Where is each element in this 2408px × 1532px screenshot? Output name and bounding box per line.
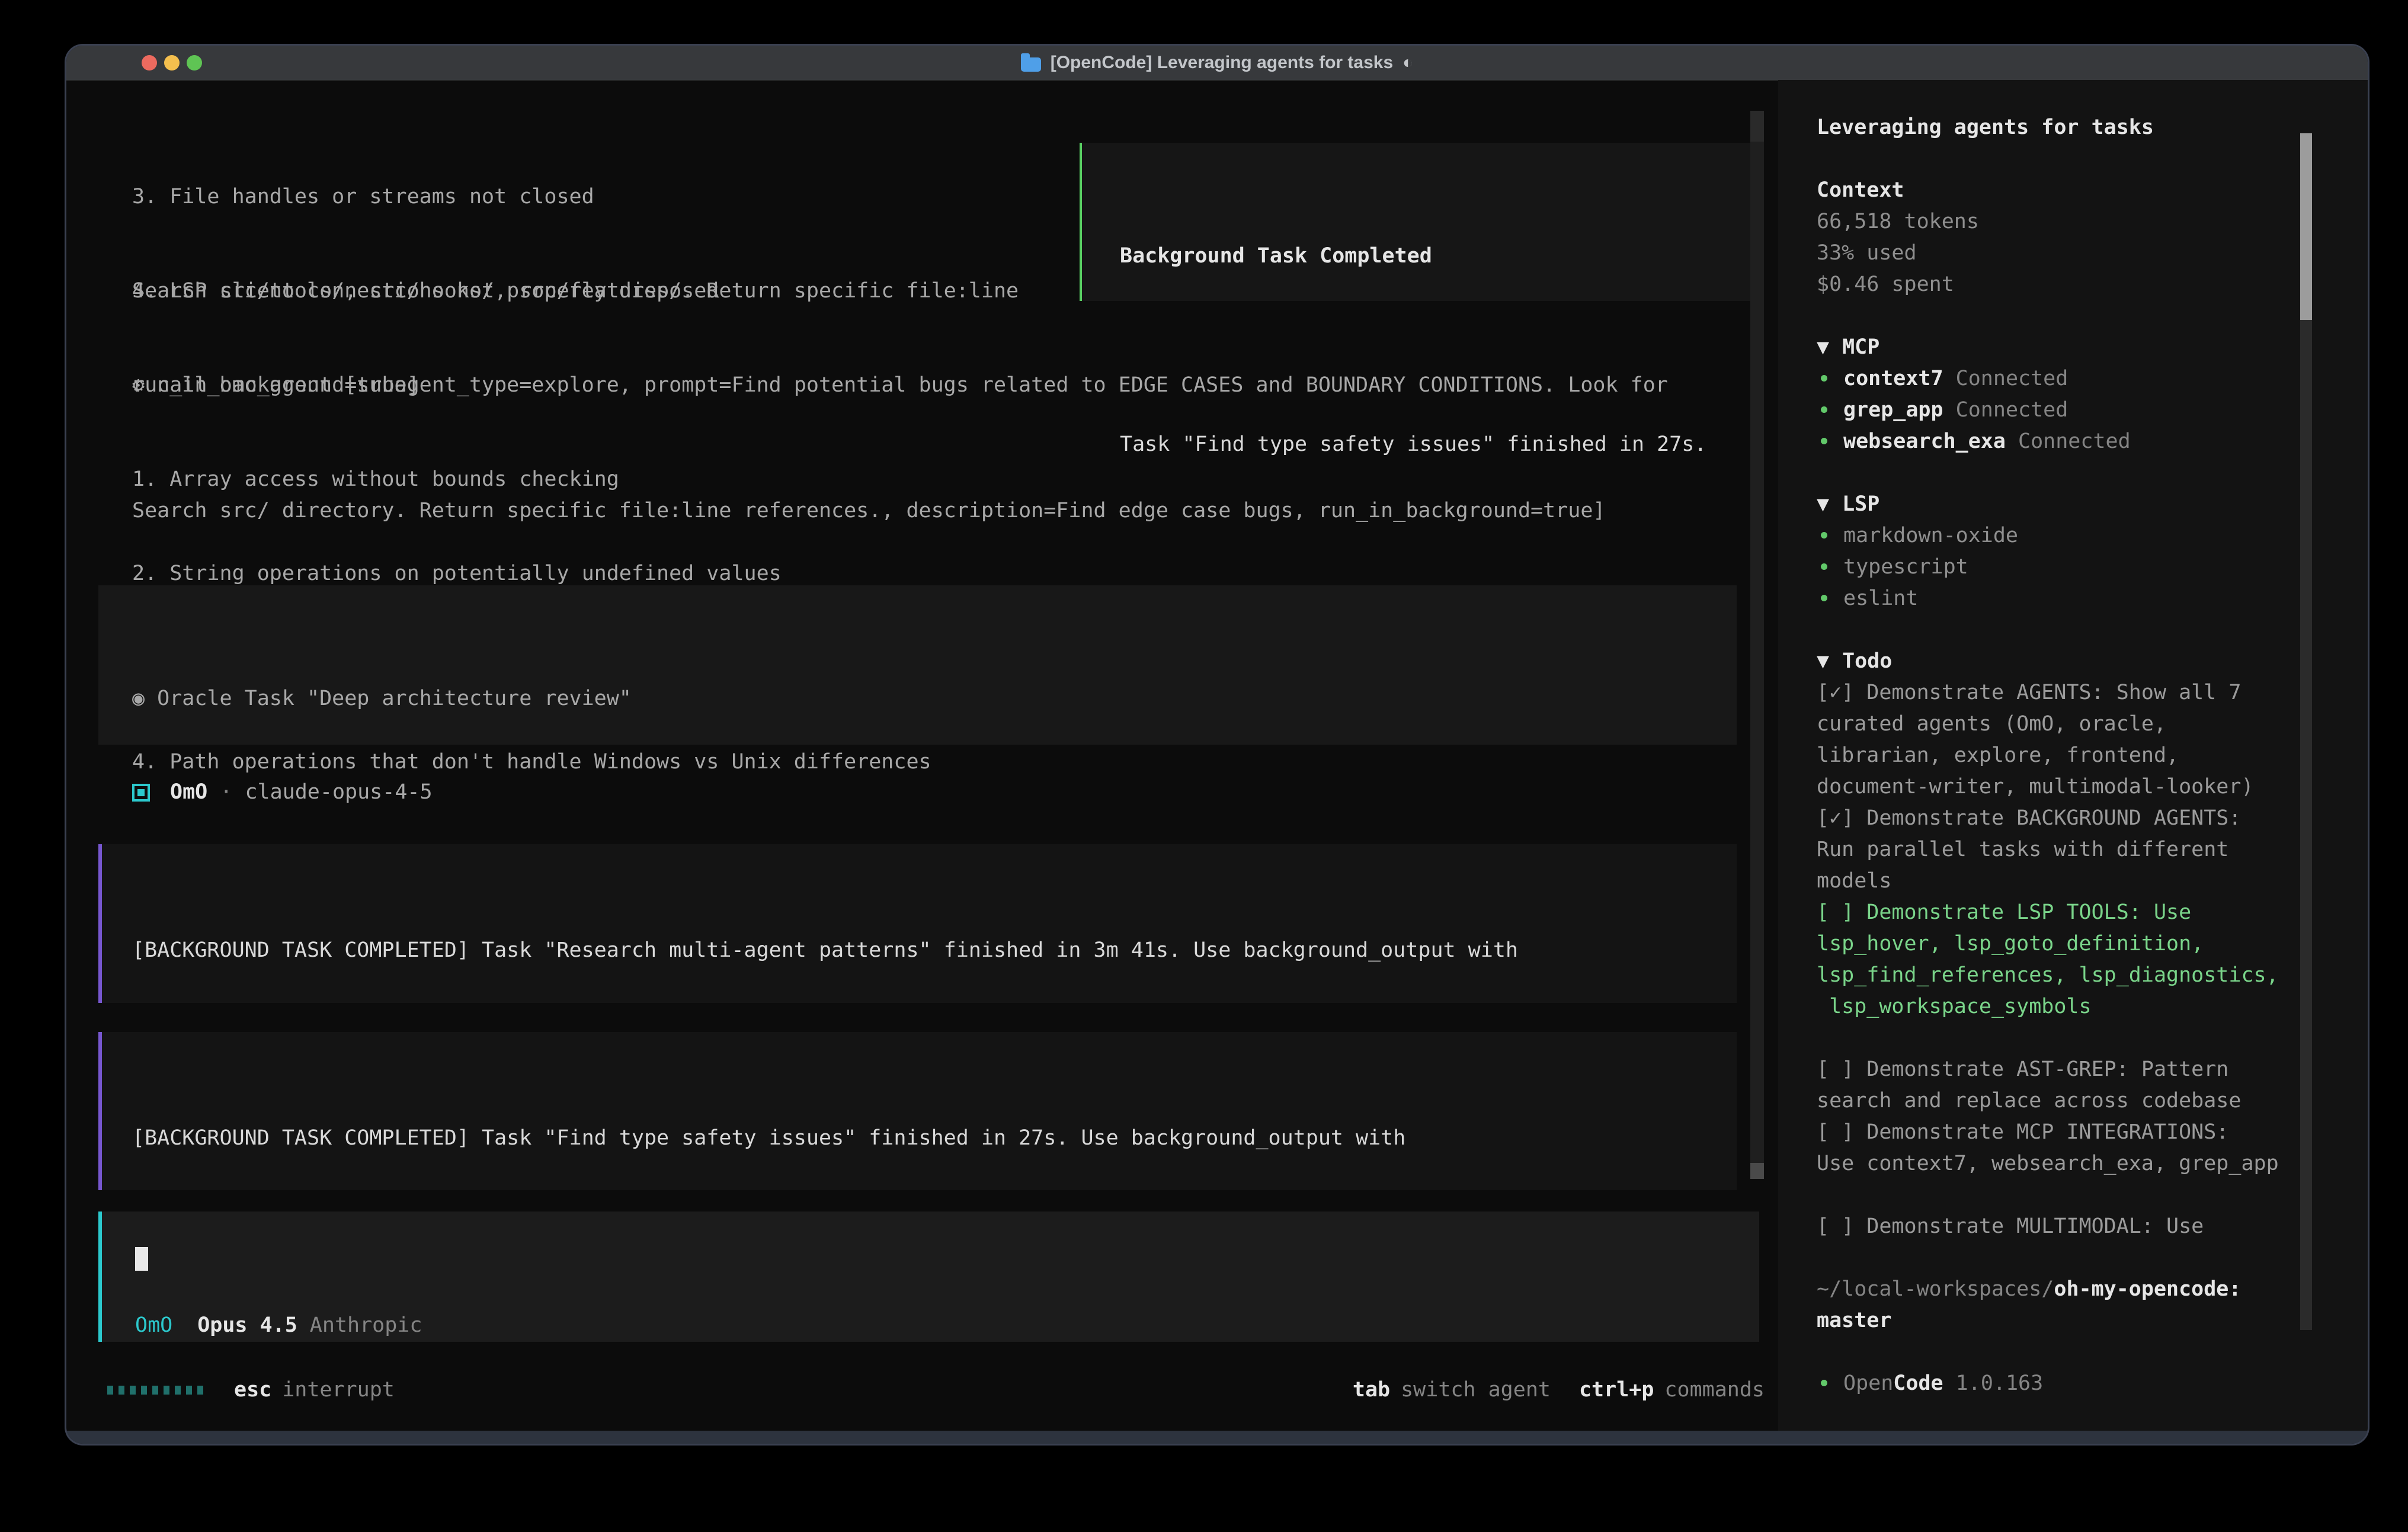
spinner-dots-icon bbox=[107, 1386, 203, 1395]
status-dot-icon bbox=[1821, 532, 1827, 539]
todo-item-pending: [ ] Demonstrate AST-GREP: Pattern bbox=[1817, 1054, 2368, 1085]
todo-item-line: Run parallel tasks with different bbox=[1817, 834, 2368, 866]
agent-header-row: OmO · claude-opus-4-5 bbox=[132, 777, 433, 808]
todo-item-line: lsp_workspace_symbols bbox=[1817, 991, 2368, 1023]
todo-item-line: lsp_find_references, lsp_diagnostics, bbox=[1817, 960, 2368, 991]
sidebar: Leveraging agents for tasks Context 66,5… bbox=[1778, 80, 2368, 1431]
todo-item-active: [ ] Demonstrate LSP TOOLS: Use bbox=[1817, 897, 2368, 928]
context-used: 33% used bbox=[1817, 238, 2368, 269]
status-dot-icon bbox=[1821, 563, 1827, 570]
oracle-task-title: ◉ Oracle Task "Deep architecture review" bbox=[132, 683, 1737, 714]
oracle-task-panel: ◉ Oracle Task "Deep architecture review"… bbox=[98, 585, 1737, 745]
workspace-branch: master bbox=[1817, 1305, 2368, 1337]
todo-item-line: librarian, explore, frontend, bbox=[1817, 740, 2368, 771]
opencode-window: [OpenCode] Leveraging agents for tasks ◐… bbox=[66, 46, 2368, 1444]
omo-agent-icon bbox=[132, 784, 150, 802]
context-heading: Context bbox=[1817, 175, 2368, 206]
sidebar-scrollbar-thumb[interactable] bbox=[2300, 133, 2312, 320]
prompt-input[interactable]: OmO Opus 4.5 Anthropic bbox=[98, 1212, 1759, 1342]
prompt-agent: OmO bbox=[135, 1310, 172, 1341]
status-dot-icon bbox=[1821, 1380, 1827, 1386]
prompt-model: Opus 4.5 bbox=[197, 1310, 297, 1341]
status-dot-icon bbox=[1821, 375, 1827, 382]
zoom-button[interactable] bbox=[187, 55, 202, 70]
status-left: esc interrupt bbox=[107, 1374, 395, 1406]
chevron-down-icon: ▼ bbox=[1817, 335, 1829, 359]
window-title: [OpenCode] Leveraging agents for tasks bbox=[1051, 53, 1393, 73]
session-title: Leveraging agents for tasks bbox=[1817, 112, 2368, 143]
task-result-line: [BACKGROUND TASK COMPLETED] Task "Resear… bbox=[132, 935, 1737, 966]
esc-key-label: interrupt bbox=[282, 1374, 395, 1406]
mcp-item: grep_app Connected bbox=[1817, 395, 2368, 426]
folder-icon bbox=[1021, 57, 1041, 72]
ctrlp-key-label: commands bbox=[1664, 1374, 1765, 1406]
lsp-item: eslint bbox=[1817, 583, 2368, 614]
main-scrollbar[interactable] bbox=[1750, 111, 1764, 1179]
main-scrollbar-top-segment bbox=[1750, 111, 1764, 142]
scrollback-line: 3. File handles or streams not closed bbox=[132, 181, 719, 213]
task-result-block: [BACKGROUND TASK COMPLETED] Task "Resear… bbox=[98, 844, 1737, 1003]
prompt-provider: Anthropic bbox=[310, 1310, 422, 1341]
titlebar: [OpenCode] Leveraging agents for tasks ◐ bbox=[66, 46, 2368, 81]
background-task-toast: Background Task Completed Task "Find typ… bbox=[1080, 143, 1753, 301]
todo-item-line: Use context7, websearch_exa, grep_app bbox=[1817, 1148, 2368, 1180]
version-row: OpenCode 1.0.163 bbox=[1817, 1368, 2368, 1399]
todo-section-heading[interactable]: ▼Todo bbox=[1817, 646, 2368, 677]
todo-item-line: lsp_hover, lsp_goto_definition, bbox=[1817, 928, 2368, 960]
workspace-path: ~/local-workspaces/oh-my-opencode: bbox=[1817, 1274, 2368, 1305]
chevron-down-icon: ▼ bbox=[1817, 649, 1829, 673]
lsp-item: typescript bbox=[1817, 552, 2368, 583]
lsp-item: markdown-oxide bbox=[1817, 520, 2368, 552]
status-right: tab switch agent ctrl+p commands bbox=[1353, 1374, 1765, 1406]
text-cursor bbox=[135, 1247, 148, 1271]
fisheye-icon: ◉ bbox=[132, 687, 145, 710]
task-result-line: [BACKGROUND TASK COMPLETED] Task "Find t… bbox=[132, 1123, 1737, 1154]
scrollback-line: Search src/tools/, src/hooks/, src/featu… bbox=[132, 275, 1019, 307]
session-busy-icon: ◐ bbox=[1402, 53, 1413, 73]
gear-icon: ⚙ bbox=[132, 373, 145, 397]
task-result-block: [BACKGROUND TASK COMPLETED] Task "Find t… bbox=[98, 1032, 1737, 1190]
todo-item-line: models bbox=[1817, 866, 2368, 897]
toast-title: Background Task Completed bbox=[1120, 241, 1751, 272]
todo-item-done: [✓] Demonstrate BACKGROUND AGENTS: bbox=[1817, 803, 2368, 834]
ctrlp-key-hint: ctrl+p bbox=[1579, 1374, 1654, 1406]
mcp-section-heading[interactable]: ▼MCP bbox=[1817, 332, 2368, 363]
agent-name: OmO bbox=[170, 780, 207, 804]
mcp-item: context7 Connected bbox=[1817, 363, 2368, 395]
todo-item-done: [✓] Demonstrate AGENTS: Show all 7 bbox=[1817, 677, 2368, 709]
todo-item-line: curated agents (OmO, oracle, bbox=[1817, 709, 2368, 740]
mcp-item: websearch_exa Connected bbox=[1817, 426, 2368, 457]
status-dot-icon bbox=[1821, 406, 1827, 413]
window-bottom-strip bbox=[66, 1431, 2368, 1444]
sidebar-scrollbar[interactable] bbox=[2300, 133, 2312, 1330]
todo-item-pending: [ ] Demonstrate MULTIMODAL: Use bbox=[1817, 1211, 2368, 1242]
chevron-down-icon: ▼ bbox=[1817, 492, 1829, 516]
tab-key-label: switch agent bbox=[1401, 1374, 1551, 1406]
agent-name-model: OmO · claude-opus-4-5 bbox=[170, 777, 433, 808]
prompt-meta: OmO Opus 4.5 Anthropic bbox=[135, 1310, 422, 1341]
todo-item-pending: [ ] Demonstrate MCP INTEGRATIONS: bbox=[1817, 1117, 2368, 1148]
todo-item-line: document-writer, multimodal-looker) bbox=[1817, 771, 2368, 803]
lsp-section-heading[interactable]: ▼LSP bbox=[1817, 489, 2368, 520]
context-tokens: 66,518 tokens bbox=[1817, 206, 2368, 238]
desktop: [OpenCode] Leveraging agents for tasks ◐… bbox=[0, 0, 2408, 1532]
tab-key-hint: tab bbox=[1353, 1374, 1390, 1406]
esc-key-hint: esc bbox=[234, 1374, 271, 1406]
minimize-button[interactable] bbox=[164, 55, 180, 70]
todo-item-line: search and replace across codebase bbox=[1817, 1085, 2368, 1117]
context-spent: $0.46 spent bbox=[1817, 269, 2368, 300]
toast-body: Task "Find type safety issues" finished … bbox=[1120, 429, 1751, 460]
agent-model: claude-opus-4-5 bbox=[245, 780, 432, 804]
status-dot-icon bbox=[1821, 438, 1827, 444]
main-scrollbar-thumb[interactable] bbox=[1750, 1163, 1764, 1179]
close-button[interactable] bbox=[142, 55, 157, 70]
status-dot-icon bbox=[1821, 595, 1827, 601]
status-bar: esc interrupt tab switch agent ctrl+p co… bbox=[107, 1374, 1765, 1406]
